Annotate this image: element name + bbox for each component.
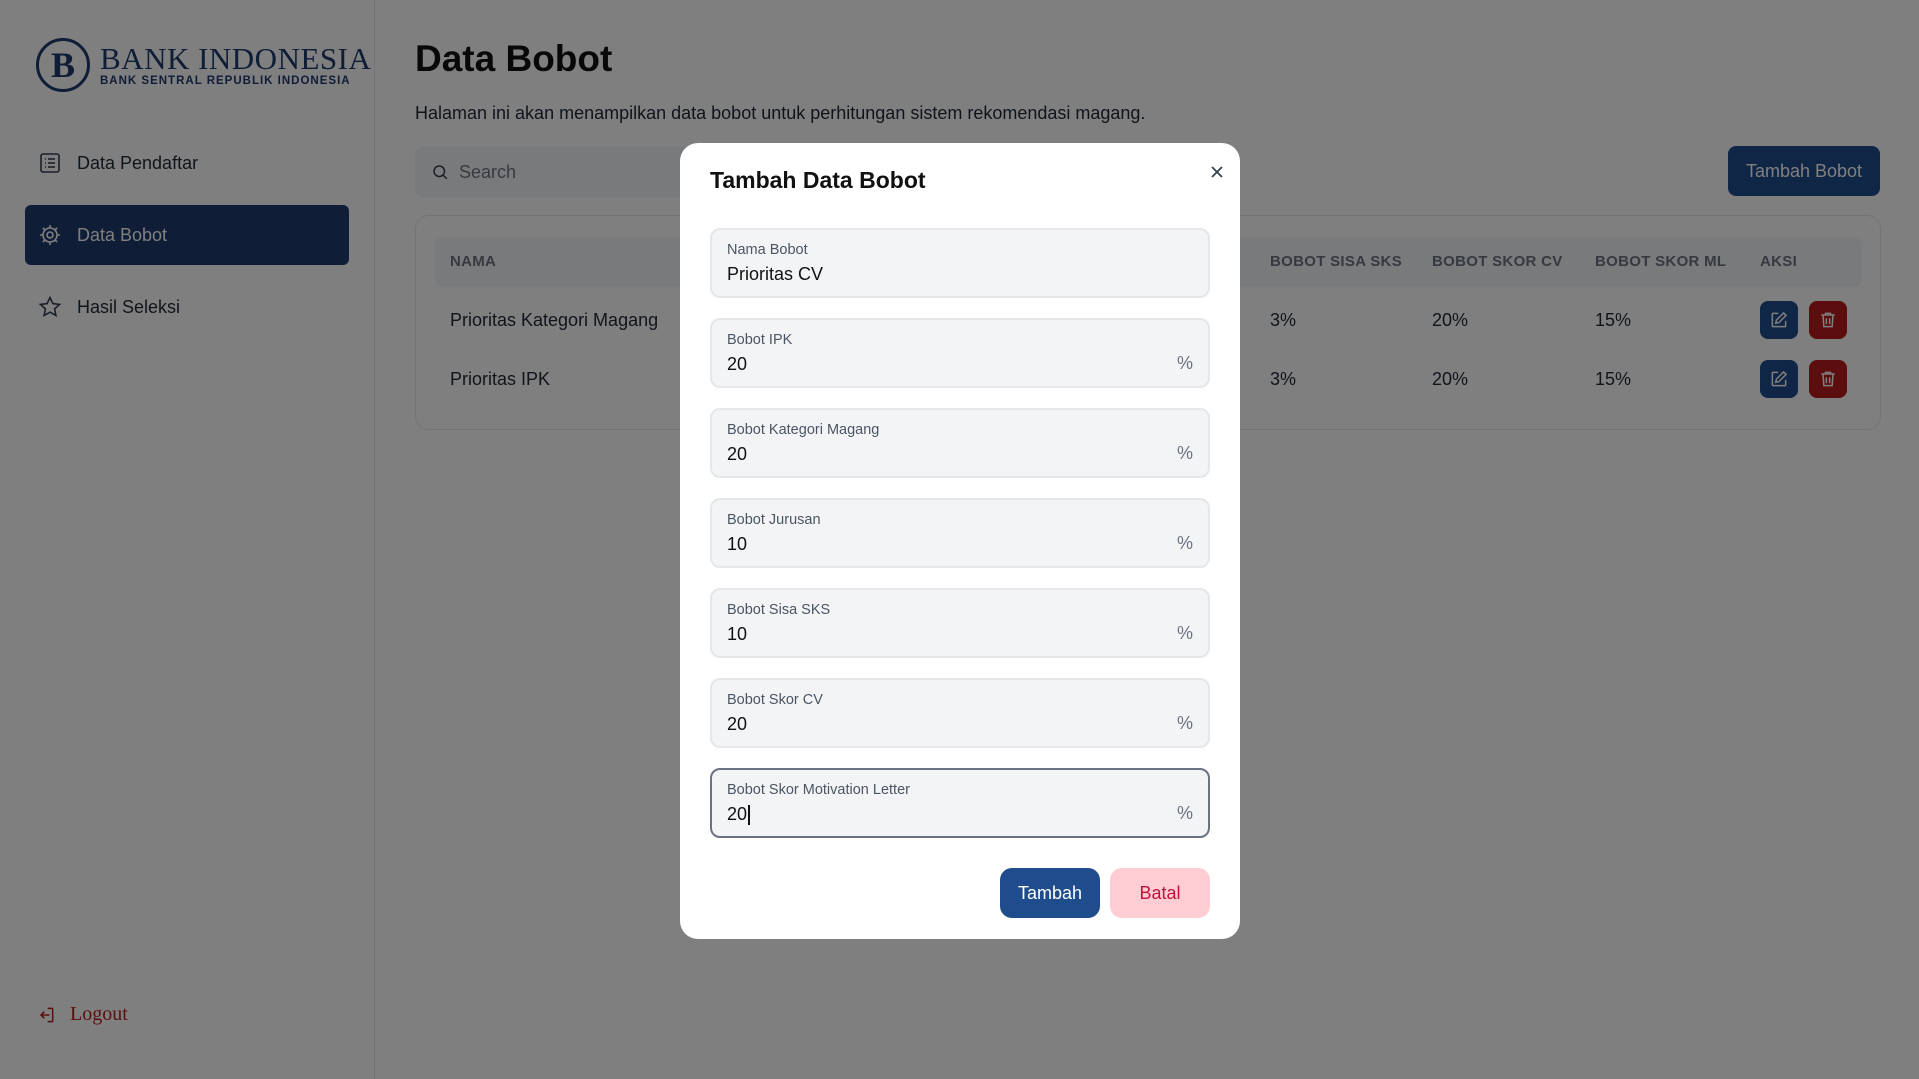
field-label: Bobot Sisa SKS (727, 602, 831, 618)
close-icon (1211, 166, 1223, 178)
field-label: Bobot Kategori Magang (727, 422, 880, 438)
bobot-ipk-field[interactable]: Bobot IPK 20 % (710, 318, 1210, 388)
field-value: Prioritas CV (727, 264, 824, 284)
percent-suffix: % (1176, 533, 1193, 553)
tambah-button[interactable]: Tambah (1000, 868, 1100, 918)
bobot-skor-cv-field[interactable]: Bobot Skor CV 20 % (710, 678, 1210, 748)
bobot-jurusan-field[interactable]: Bobot Jurusan 10 % (710, 498, 1210, 568)
bobot-sisa-sks-field[interactable]: Bobot Sisa SKS 10 % (710, 588, 1210, 658)
field-value: 20 (727, 444, 748, 464)
add-bobot-dialog: Tambah Data Bobot Nama Bobot Prioritas C… (680, 143, 1240, 939)
batal-button[interactable]: Batal (1110, 868, 1210, 918)
percent-suffix: % (1176, 353, 1193, 373)
field-value: 10 (727, 534, 748, 554)
nama-bobot-field[interactable]: Nama Bobot Prioritas CV (710, 228, 1210, 298)
field-value: 20 (727, 804, 1167, 826)
bobot-skor-motivation-letter-field[interactable]: Bobot Skor Motivation Letter 20 % (710, 768, 1210, 838)
close-button[interactable] (1205, 160, 1229, 184)
field-value: 20 (727, 714, 748, 734)
bobot-kategori-magang-field[interactable]: Bobot Kategori Magang 20 % (710, 408, 1210, 478)
field-value-text: 20 (727, 804, 748, 824)
percent-suffix: % (1176, 803, 1193, 823)
dialog-title: Tambah Data Bobot (710, 167, 926, 193)
field-value: 20 (727, 354, 748, 374)
field-label: Bobot Skor CV (727, 692, 823, 708)
field-label: Bobot Jurusan (727, 512, 821, 528)
text-caret (748, 805, 750, 826)
percent-suffix: % (1176, 443, 1193, 463)
field-label: Bobot IPK (727, 332, 793, 348)
field-value: 10 (727, 624, 748, 644)
percent-suffix: % (1176, 623, 1193, 643)
field-label: Nama Bobot (727, 242, 808, 258)
percent-suffix: % (1176, 713, 1193, 733)
field-label: Bobot Skor Motivation Letter (727, 782, 910, 798)
